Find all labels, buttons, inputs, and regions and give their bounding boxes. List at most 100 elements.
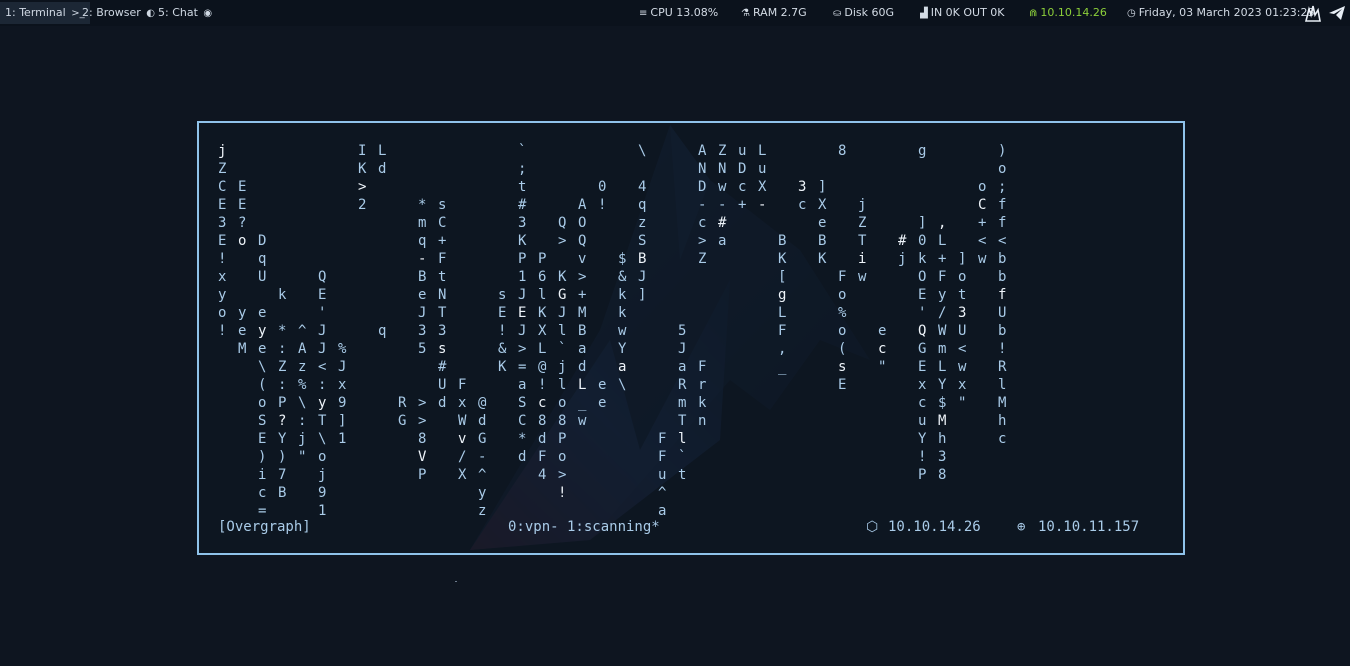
matrix-char: K (498, 359, 507, 375)
matrix-char: \ (638, 143, 647, 159)
matrix-char: \ (298, 395, 307, 411)
matrix-char: C (978, 197, 987, 213)
matrix-char: o (218, 305, 227, 321)
matrix-char: [ (778, 269, 787, 285)
matrix-char: t (958, 287, 967, 303)
datetime: Friday, 03 March 2023 01:23:23 (1138, 6, 1315, 19)
disk-icon: ⛀ (833, 8, 842, 19)
matrix-char: Q (558, 215, 567, 231)
matrix-char: C (518, 413, 527, 429)
matrix-rain: j Z C E 3 E! x y o! E E? o y e M Dq Ue y e \(o S E) i c = k *: Z: P?… (199, 123, 1183, 553)
matrix-char: ? (278, 413, 287, 429)
matrix-char: q (638, 197, 647, 213)
matrix-char: 8 (938, 467, 947, 483)
matrix-char: W (938, 323, 947, 339)
matrix-char: - (418, 251, 427, 267)
matrix-char: X (758, 179, 767, 195)
matrix-char: x (958, 377, 967, 393)
matrix-char: T (858, 233, 867, 249)
matrix-char: 3 (418, 323, 427, 339)
matrix-char: ` (518, 143, 527, 159)
matrix-char: E (838, 377, 847, 393)
matrix-char: - (758, 197, 767, 213)
matrix-char: m (418, 215, 427, 231)
matrix-char: G (918, 341, 927, 357)
matrix-char: X (818, 197, 827, 213)
matrix-char: B (638, 251, 647, 267)
matrix-char: 8 (538, 413, 547, 429)
matrix-char: U (958, 323, 967, 339)
matrix-char: + (938, 251, 947, 267)
matrix-char: 3 (938, 449, 947, 465)
matrix-char: Y (618, 341, 627, 357)
local-ip: 10.10.14.26 (888, 519, 981, 535)
matrix-char: t (678, 467, 687, 483)
matrix-char: L (938, 359, 947, 375)
matrix-char: \ (318, 431, 327, 447)
matrix-char: , (938, 215, 947, 231)
tmux-window-list[interactable]: 0:vpn- 1:scanning* (508, 519, 660, 535)
matrix-char: a (578, 341, 587, 357)
matrix-char: > (698, 233, 707, 249)
matrix-char: a (658, 503, 667, 519)
matrix-char: Y (278, 431, 287, 447)
matrix-char: Y (938, 377, 947, 393)
matrix-char: j (218, 143, 227, 159)
matrix-char: 7 (278, 467, 287, 483)
workspace-browser[interactable]: 2: Browser ◐ (77, 2, 160, 24)
matrix-char: > (578, 269, 587, 285)
matrix-char: e (258, 341, 267, 357)
top-bar: 1: Terminal >_ 2: Browser ◐ 5: Chat ◉ ≡ C… (0, 0, 1350, 26)
matrix-char: < (998, 233, 1007, 249)
matrix-char: t (518, 179, 527, 195)
matrix-char: 1 (318, 503, 327, 519)
matrix-char: e (418, 287, 427, 303)
matrix-char: > (558, 233, 567, 249)
matrix-char: k (918, 251, 927, 267)
matrix-char: d (518, 449, 527, 465)
matrix-char: ) (258, 449, 267, 465)
matrix-char: S (518, 395, 527, 411)
network-status: ▟ IN 0K OUT 0K (920, 0, 1005, 26)
matrix-char: y (478, 485, 487, 501)
matrix-char: X (458, 467, 467, 483)
matrix-char: z (478, 503, 487, 519)
flame-icon[interactable] (1303, 3, 1323, 23)
matrix-char: w (958, 359, 967, 375)
matrix-char: # (898, 233, 907, 249)
matrix-char: 8 (558, 413, 567, 429)
matrix-char: $ (938, 395, 947, 411)
matrix-char: X (538, 323, 547, 339)
matrix-char: q (418, 233, 427, 249)
matrix-char: i (258, 467, 267, 483)
matrix-char: ! (598, 197, 607, 213)
clock-icon: ◷ (1127, 8, 1136, 19)
ram-value: RAM 2.7G (752, 6, 807, 19)
matrix-char: n (698, 413, 707, 429)
matrix-char: b (998, 323, 1007, 339)
matrix-char: T (318, 413, 327, 429)
matrix-char: N (718, 161, 727, 177)
matrix-char: b (998, 251, 1007, 267)
matrix-char: * (418, 197, 427, 213)
matrix-char: , (778, 341, 787, 357)
terminal-window[interactable]: j Z C E 3 E! x y o! E E? o y e M Dq Ue y e \(o S E) i c = k *: Z: P?… (197, 121, 1185, 555)
matrix-char: ` (558, 341, 567, 357)
clock: ◷ Friday, 03 March 2023 01:23:23 (1127, 0, 1314, 26)
matrix-char: O (578, 215, 587, 231)
matrix-char: B (418, 269, 427, 285)
matrix-char: L (378, 143, 387, 159)
matrix-char: - (718, 197, 727, 213)
matrix-char: m (678, 395, 687, 411)
matrix-char: : (318, 377, 327, 393)
matrix-char: Z (718, 143, 727, 159)
matrix-char: x (338, 377, 347, 393)
matrix-char: ( (838, 341, 847, 357)
matrix-char: F (778, 323, 787, 339)
matrix-char: c (698, 215, 707, 231)
workspace-chat[interactable]: 5: Chat ◉ (153, 2, 217, 24)
telegram-icon[interactable] (1327, 3, 1347, 23)
matrix-char: k (278, 287, 287, 303)
matrix-char: F (458, 377, 467, 393)
matrix-char: E (918, 287, 927, 303)
